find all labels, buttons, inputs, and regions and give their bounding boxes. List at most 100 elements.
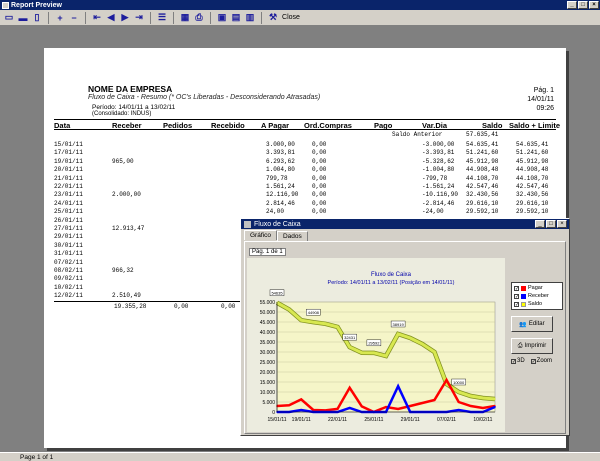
table-cell: -1.004,80	[422, 166, 455, 174]
edit-button[interactable]: 👥 Editar	[511, 316, 553, 332]
print-button[interactable]: ⎙ Imprimir	[511, 338, 553, 354]
table-cell: 29.616,10	[516, 199, 549, 207]
close-window-button[interactable]: ×	[589, 1, 599, 9]
point-label: 38919	[393, 322, 405, 327]
table-cell: 15/01/11	[54, 141, 83, 148]
check-icon[interactable]: ✓	[514, 301, 519, 307]
data-point-receber	[348, 407, 351, 409]
print-setup-icon[interactable]: ▦	[179, 12, 191, 24]
minimize-button[interactable]: _	[567, 1, 577, 9]
data-point-saldo	[409, 337, 412, 339]
table-cell: 2.510,49	[112, 292, 141, 300]
window-titlebar: Report Preview _ □ ×	[0, 0, 600, 10]
zoom-in-icon[interactable]: +	[54, 12, 66, 24]
swatch-icon	[521, 301, 526, 307]
table-cell: 2.814,46	[266, 199, 295, 207]
dialog-title: Fluxo de Caixa	[254, 220, 301, 228]
col-saldo-limite: Saldo + Limite	[509, 121, 561, 130]
data-point-pagar	[397, 408, 399, 410]
tab-dados[interactable]: Dados	[276, 231, 308, 241]
check-icon[interactable]: ✓	[530, 358, 536, 364]
goto-page-icon[interactable]: ☰	[156, 12, 168, 24]
status-bar: Page 1 of 1	[0, 452, 600, 461]
people-icon: 👥	[519, 321, 527, 328]
y-tick-label: 45.000	[260, 320, 276, 326]
save-icon[interactable]: ▣	[216, 12, 228, 24]
table-cell: 19/01/11	[54, 157, 83, 165]
table-cell: 44.108,70	[466, 174, 499, 182]
table-cell: 44.908,48	[516, 166, 549, 174]
total-pedidos: 0,00	[174, 303, 189, 310]
legend-item-receber[interactable]: ✓ Receber	[514, 292, 560, 300]
table-cell: 23/01/11	[54, 191, 83, 199]
table-cell: 3.393,81	[266, 149, 295, 157]
hundred-percent-icon[interactable]: ▯	[31, 12, 43, 24]
tools-icon[interactable]: ⚒	[267, 12, 279, 24]
chart-side-panel: ✓ Pagar ✓ Receber ✓ Saldo 👥 Editar ⎙ Imprimir…	[511, 282, 563, 364]
option-3d[interactable]: ✓ 3D	[511, 358, 525, 364]
data-point-saldo	[312, 321, 315, 323]
point-label: 29592	[368, 341, 380, 346]
prior-page-icon[interactable]: ◀	[105, 12, 117, 24]
table-cell: 31/01/11	[54, 250, 83, 258]
table-cell: 44.908,48	[466, 166, 499, 174]
maximize-button[interactable]: □	[578, 1, 588, 9]
open-icon[interactable]: ▤	[230, 12, 242, 24]
y-tick-label: 30.000	[260, 350, 276, 356]
dialog-minimize-button[interactable]: _	[535, 220, 545, 228]
saldo-anterior-value: 57.635,41	[466, 131, 499, 138]
zoom-out-icon[interactable]: −	[68, 12, 80, 24]
legend-label-pagar: Pagar	[528, 285, 543, 291]
y-tick-label: 5.000	[262, 400, 275, 406]
data-point-pagar	[385, 406, 387, 408]
total-receber: 19.355,28	[114, 303, 147, 310]
y-tick-label: 15.000	[260, 380, 276, 386]
next-page-icon[interactable]: ▶	[119, 12, 131, 24]
company-name: NOME DA EMPRESA	[88, 84, 173, 94]
dialog-maximize-button[interactable]: □	[546, 220, 556, 228]
export-icon[interactable]: ▥	[244, 12, 256, 24]
table-cell: 0,00	[312, 166, 327, 174]
y-tick-label: 40.000	[260, 330, 276, 336]
data-point-saldo	[385, 355, 387, 357]
check-icon[interactable]: ✓	[514, 293, 519, 299]
data-point-saldo	[324, 322, 327, 325]
last-page-icon[interactable]: ⇥	[133, 12, 145, 24]
table-cell: 32.430,56	[516, 191, 549, 199]
first-page-icon[interactable]: ⇤	[91, 12, 103, 24]
y-tick-label: 25.000	[260, 360, 276, 366]
check-icon[interactable]: ✓	[511, 358, 516, 364]
table-cell: 51.241,60	[516, 149, 549, 157]
table-cell: 32.430,56	[466, 191, 499, 199]
table-cell: -2.814,46	[422, 199, 455, 207]
saldo-anterior-row: Saldo Anterior 57.635,41	[54, 131, 556, 140]
table-cell: 10/02/11	[54, 283, 83, 291]
chart-svg: Fluxo de Caixa Período: 14/01/11 a 13/02/…	[260, 272, 496, 423]
dialog-app-icon	[244, 220, 251, 228]
legend-item-pagar[interactable]: ✓ Pagar	[514, 284, 560, 292]
report-date: 14/01/11	[527, 96, 554, 103]
print-icon[interactable]: ⎙	[193, 12, 205, 24]
dialog-close-button[interactable]: ×	[557, 220, 567, 228]
y-tick-label: 55.000	[260, 300, 276, 306]
table-cell: 07/02/11	[54, 258, 83, 266]
check-icon[interactable]: ✓	[514, 285, 519, 291]
data-point-saldo	[288, 308, 290, 311]
table-cell: 54.635,41	[516, 141, 549, 148]
whole-page-icon[interactable]: ▭	[3, 12, 15, 24]
tab-grafico[interactable]: Gráfico	[244, 230, 277, 240]
table-cell: 6.293,62	[266, 157, 295, 165]
legend-item-saldo[interactable]: ✓ Saldo	[514, 300, 560, 308]
report-page-info: Pág. 1 14/01/11 09:26	[527, 86, 554, 113]
table-cell: -10.116,90	[422, 191, 459, 199]
option-zoom[interactable]: ✓ Zoom	[530, 358, 552, 364]
legend-label-receber: Receber	[528, 293, 549, 299]
close-button[interactable]: Close	[282, 12, 300, 24]
page-width-icon[interactable]: ▬	[17, 12, 29, 24]
chart-title: Fluxo de Caixa	[371, 272, 412, 278]
table-cell: 45.912,98	[516, 157, 549, 165]
col-receber: Receber	[112, 121, 142, 130]
data-point-receber	[300, 409, 303, 411]
data-point-pagar	[312, 409, 315, 411]
report-viewer[interactable]: NOME DA EMPRESA Fluxo de Caixa - Resumo …	[0, 26, 600, 452]
